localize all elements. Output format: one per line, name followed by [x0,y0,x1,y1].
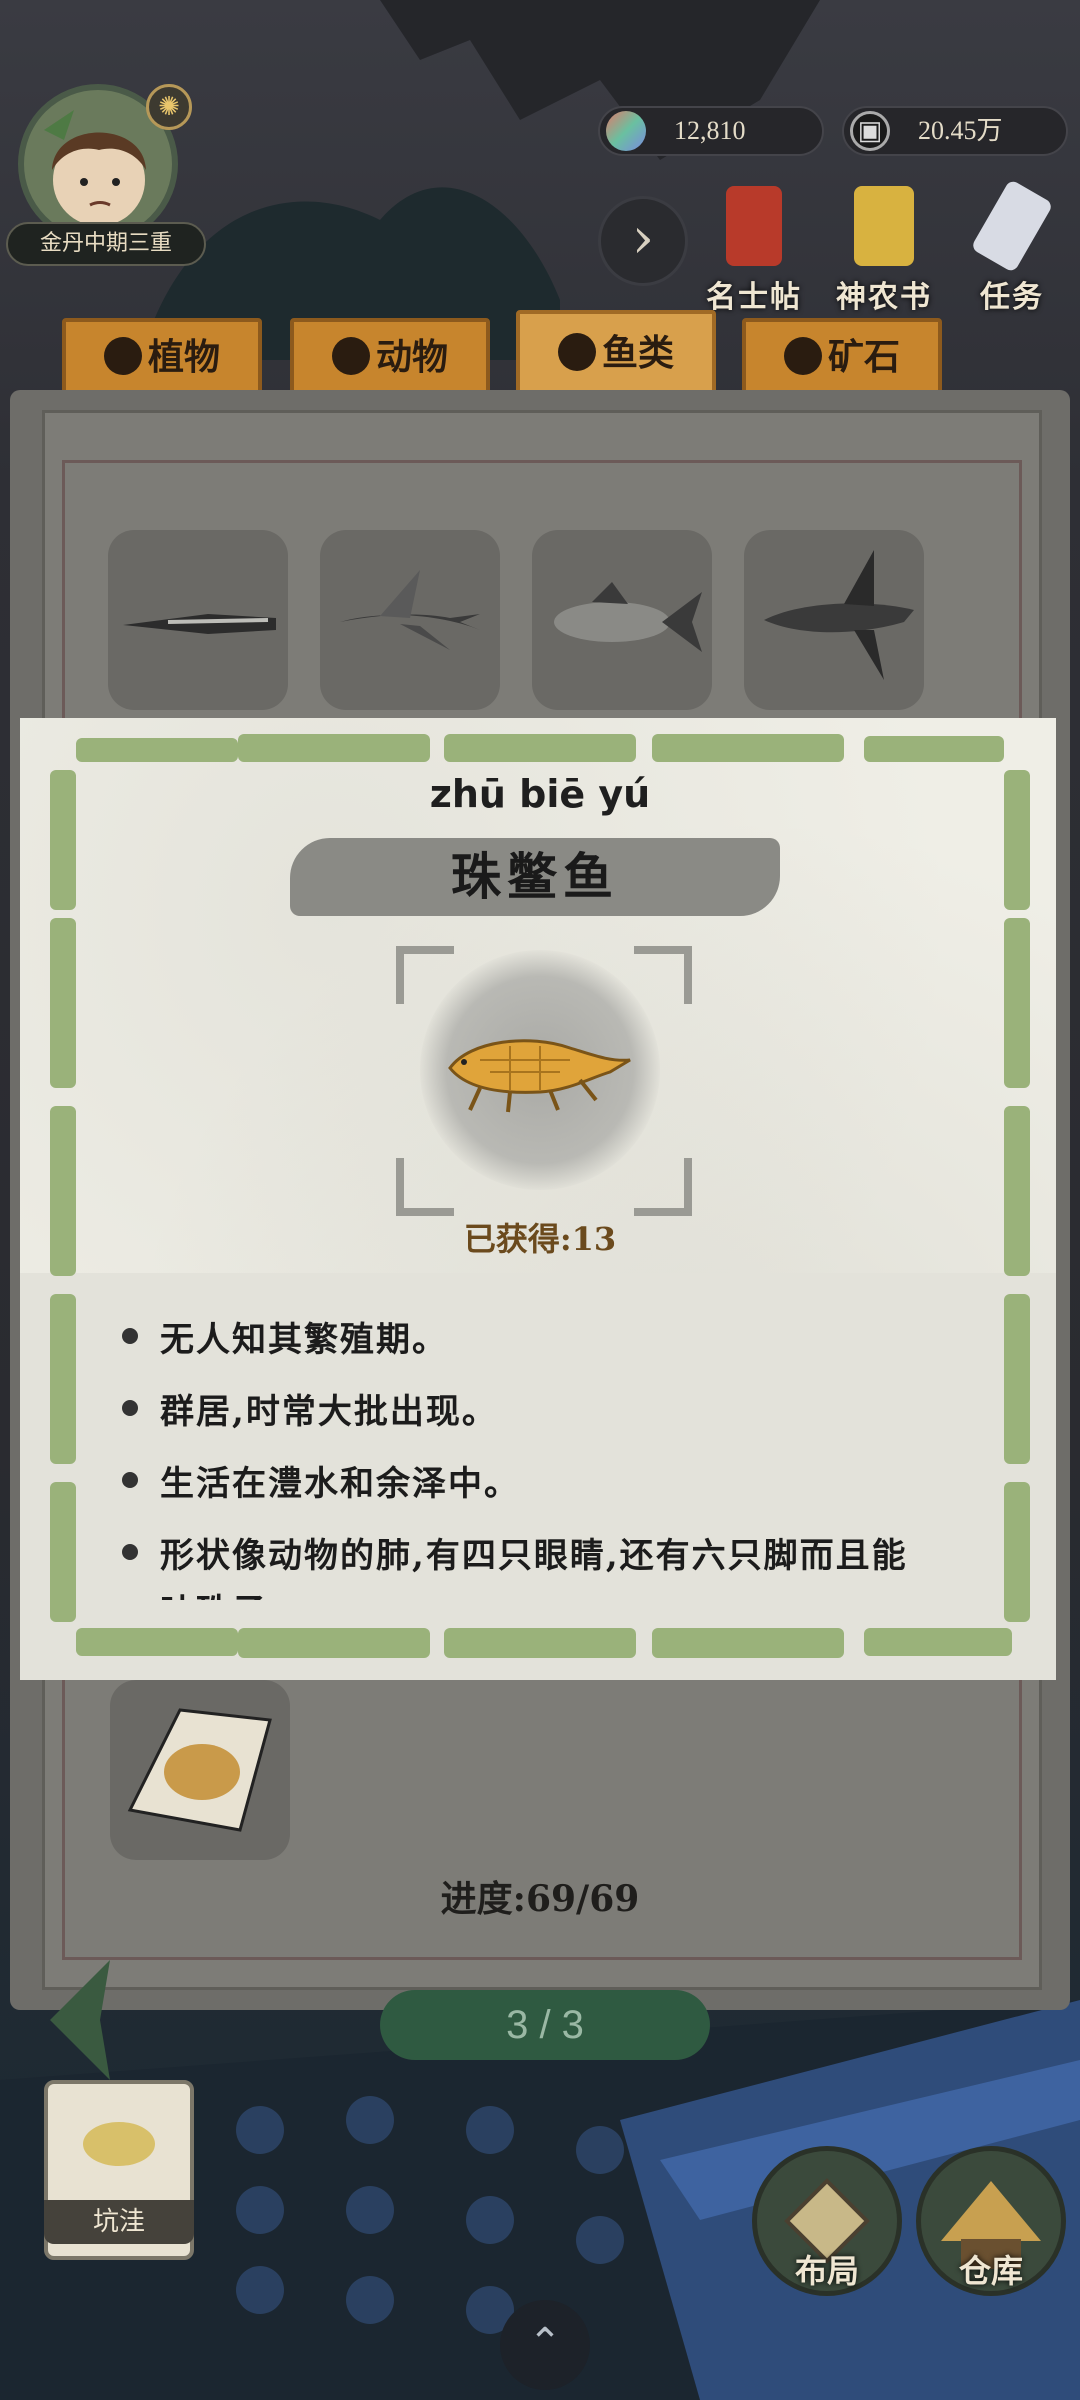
celebrity-icon [726,186,782,266]
obtained-count: 已获得:13 [463,1220,617,1258]
needlefish-icon [123,614,276,634]
tasks-label: 任务 [980,280,1044,315]
frame-bar [864,1628,1012,1656]
frame-bar [652,1628,844,1658]
fish-slot-shark[interactable] [744,530,924,710]
description-list[interactable]: 无人知其繁殖期。 群居,时常大批出现。 生活在澧水和余泽中。 形状像动物的肺,有… [0,1290,1080,1600]
plant-icon [103,337,142,375]
fish-slot-needlefish[interactable] [108,530,288,710]
coin-counter[interactable]: ▣ 20.45万 [842,106,1068,156]
description-item: 形状像动物的肺,有四只眼睛,还有六只脚而且能吐珠子。 [122,1528,940,1600]
pit-label: 坑洼 [44,2200,194,2244]
flyingfish-icon [340,570,480,650]
tab-plants-label: 植物 [147,336,220,378]
frame-bar [1004,918,1030,1088]
fish-name: 珠鳖鱼 [451,847,619,906]
spirit-stone-icon [606,111,646,151]
tab-fish-label: 鱼类 [601,332,674,374]
frame-bar [76,1628,238,1656]
tab-plants[interactable]: 植物 [62,318,262,396]
tab-minerals-label: 矿石 [827,336,900,378]
fish-slot-tuna[interactable] [532,530,712,710]
layout-label: 布局 [794,2252,859,2290]
pit-icon [83,2122,155,2166]
frame-corner [634,1158,692,1216]
spirit-stone-counter[interactable]: 12,810 [598,106,824,156]
tab-fish[interactable]: 鱼类 [516,310,716,396]
frame-bar [50,918,76,1088]
fish-portrait [420,950,660,1190]
collection-progress: 进度:69/69 [440,1878,640,1920]
spirit-stone-value: 12,810 [674,116,746,145]
frame-bar [444,1628,636,1658]
coin-icon: ▣ [850,111,890,151]
frame-bar [76,738,238,762]
frame-bar [238,1628,430,1658]
shennong-label: 神农书 [836,280,932,315]
fish-pinyin: zhū biē yú [429,772,651,816]
tuna-icon [554,582,702,652]
frame-bar [864,736,1004,762]
tab-minerals[interactable]: 矿石 [742,318,942,396]
frame-corner [396,946,454,1004]
scroll-icon [970,178,1054,274]
tasks-button[interactable]: 任务 [952,178,1072,316]
coin-value: 20.45万 [918,116,1003,145]
celebrity-button[interactable]: 名士帖 [694,186,814,316]
tab-animals-label: 动物 [375,336,448,378]
fish-slot-flyingfish[interactable] [320,530,500,710]
book-icon [854,186,914,266]
fish-icon [557,333,596,371]
frame-bar [238,734,430,762]
player-rank: 金丹中期三重 [6,222,206,266]
frame-bar [444,734,636,762]
pearl-turtle-fish-icon [448,1039,631,1113]
frame-corner [396,1158,454,1216]
description-item: 群居,时常大批出现。 [122,1384,940,1433]
wrapped-item-icon [127,1708,272,1832]
sun-icon[interactable]: ✺ [146,84,192,130]
tab-animals[interactable]: 动物 [290,318,490,396]
expand-arrow-button[interactable]: › [598,196,688,286]
shark-icon [764,550,914,680]
shennong-button[interactable]: 神农书 [824,186,944,316]
frame-bar [652,734,844,762]
description-item: 无人知其繁殖期。 [122,1312,940,1361]
animal-icon [331,337,370,375]
expand-up-button[interactable]: ⌃ [500,2300,590,2390]
mineral-icon [783,337,822,375]
page-indicator: 3 / 3 [380,1990,710,2060]
description-item: 生活在澧水和余泽中。 [122,1456,940,1505]
frame-corner [634,946,692,1004]
fish-slot-pearl-turtle[interactable] [110,1680,290,1860]
warehouse-label: 仓库 [958,2252,1023,2290]
